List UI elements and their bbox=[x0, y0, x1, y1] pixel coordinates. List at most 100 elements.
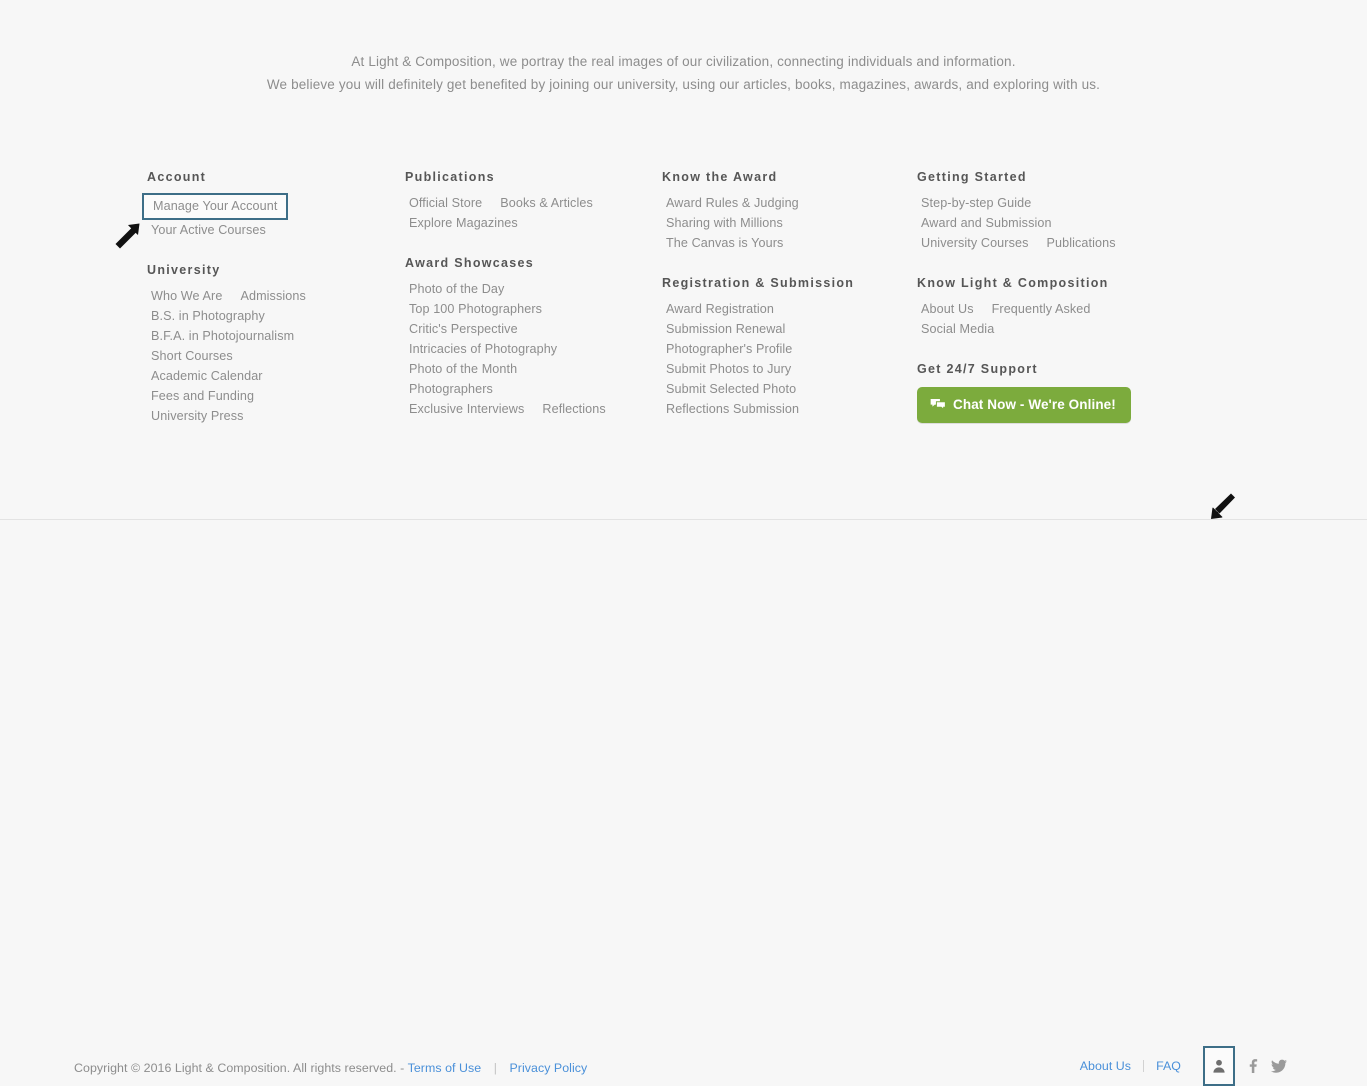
group-title-publications: Publications bbox=[405, 170, 495, 184]
footer-link-social-media[interactable]: Social Media bbox=[917, 319, 999, 339]
intro-line-2: We believe you will definitely get benef… bbox=[266, 77, 1101, 92]
footer-link-reflections-submission[interactable]: Reflections Submission bbox=[662, 399, 804, 419]
link-row: Photo of the Day bbox=[405, 279, 653, 299]
link-group-publications: Publications Official Store Books & Articl… bbox=[398, 170, 653, 233]
link-row: Who We Are Admissions bbox=[147, 286, 395, 306]
link-group-know-the-award: Know the Award Award Rules & Judging Shari… bbox=[655, 170, 905, 253]
link-row: Submit Photos to Jury bbox=[662, 359, 905, 379]
footer-link-photographer-s-profile[interactable]: Photographer's Profile bbox=[662, 339, 797, 359]
footer-link-your-active-courses[interactable]: Your Active Courses bbox=[147, 220, 271, 240]
footer-link-submit-selected-photo[interactable]: Submit Selected Photo bbox=[662, 379, 801, 399]
link-row: Your Active Courses bbox=[147, 220, 395, 240]
link-row: Top 100 Photographers bbox=[405, 299, 653, 319]
footer-link-short-courses[interactable]: Short Courses bbox=[147, 346, 238, 366]
intro-line-1: At Light & Composition, we portray the r… bbox=[351, 54, 1016, 69]
about-us-link[interactable]: About Us bbox=[1080, 1059, 1131, 1073]
support-group: Get 24/7 Support Chat Now - We're Online! bbox=[910, 362, 1170, 423]
footer-link-academic-calendar[interactable]: Academic Calendar bbox=[147, 366, 268, 386]
link-group-know-light-composition: Know Light & Composition About Us Frequent… bbox=[910, 276, 1170, 339]
footer-link-frequently-asked[interactable]: Frequently Asked bbox=[988, 299, 1096, 319]
footer-link-b-s-in-photography[interactable]: B.S. in Photography bbox=[147, 306, 270, 326]
link-list: Award Rules & Judging Sharing with Millio… bbox=[655, 193, 905, 253]
link-list: Step-by-step Guide Award and Submission Un… bbox=[910, 193, 1170, 253]
link-row: Photographer's Profile bbox=[662, 339, 905, 359]
link-group-university: University Who We Are Admissions B.S. in Ph… bbox=[140, 263, 395, 426]
footer-link-exclusive-interviews[interactable]: Exclusive Interviews bbox=[405, 399, 529, 419]
link-row: Award Rules & Judging bbox=[662, 193, 905, 213]
footer-link-photo-of-the-month[interactable]: Photo of the Month bbox=[405, 359, 522, 379]
footer-column-4: Getting Started Step-by-step Guide Award a… bbox=[910, 170, 1170, 446]
privacy-policy-link[interactable]: Privacy Policy bbox=[509, 1061, 587, 1075]
link-row: Step-by-step Guide bbox=[917, 193, 1170, 213]
footer-bottom-bar: Copyright © 2016 Light & Composition. Al… bbox=[0, 520, 1367, 1086]
link-row: Official Store Books & Articles bbox=[405, 193, 653, 213]
link-list: Who We Are Admissions B.S. in Photography B… bbox=[140, 286, 395, 426]
footer-link-explore-magazines[interactable]: Explore Magazines bbox=[405, 213, 523, 233]
link-row: Fees and Funding bbox=[147, 386, 395, 406]
footer-link-manage-your-account[interactable]: Manage Your Account bbox=[153, 198, 277, 214]
footer-link-admissions[interactable]: Admissions bbox=[236, 286, 310, 306]
footer-link-intricacies-of-photography[interactable]: Intricacies of Photography bbox=[405, 339, 562, 359]
footer-link-award-rules-judging[interactable]: Award Rules & Judging bbox=[662, 193, 804, 213]
link-group-award-showcases: Award Showcases Photo of the Day Top 100 P… bbox=[398, 256, 653, 419]
user-profile-icon[interactable] bbox=[1203, 1046, 1235, 1086]
footer-link-photographers[interactable]: Photographers bbox=[405, 379, 498, 399]
footer-link-reflections[interactable]: Reflections bbox=[538, 399, 610, 419]
footer-link-top-100-photographers[interactable]: Top 100 Photographers bbox=[405, 299, 547, 319]
footer-link-books-articles[interactable]: Books & Articles bbox=[496, 193, 598, 213]
link-row: Social Media bbox=[917, 319, 1170, 339]
link-list: Manage Your Account Your Active Courses bbox=[140, 193, 395, 240]
footer-link-photo-of-the-day[interactable]: Photo of the Day bbox=[405, 279, 509, 299]
footer-link-the-canvas-is-yours[interactable]: The Canvas is Yours bbox=[662, 233, 788, 253]
link-row: B.F.A. in Photojournalism bbox=[147, 326, 395, 346]
footer-link-university-press[interactable]: University Press bbox=[147, 406, 249, 426]
footer-link-submit-photos-to-jury[interactable]: Submit Photos to Jury bbox=[662, 359, 796, 379]
link-group-account: Account Manage Your Account Your Active Co… bbox=[140, 170, 395, 240]
facebook-icon[interactable] bbox=[1241, 1054, 1266, 1079]
footer-link-who-we-are[interactable]: Who We Are bbox=[147, 286, 227, 306]
link-row: Intricacies of Photography bbox=[405, 339, 653, 359]
link-row: Manage Your Account bbox=[142, 193, 395, 220]
faq-link[interactable]: FAQ bbox=[1156, 1059, 1181, 1073]
footer-link-official-store[interactable]: Official Store bbox=[405, 193, 487, 213]
support-title: Get 24/7 Support bbox=[917, 362, 1038, 376]
highlighted-link-box[interactable]: Manage Your Account bbox=[142, 193, 289, 220]
group-title-account: Account bbox=[147, 170, 207, 184]
footer-link-fees-and-funding[interactable]: Fees and Funding bbox=[147, 386, 259, 406]
footer-link-critic-s-perspective[interactable]: Critic's Perspective bbox=[405, 319, 523, 339]
link-row: Reflections Submission bbox=[662, 399, 905, 419]
footer-link-step-by-step-guide[interactable]: Step-by-step Guide bbox=[917, 193, 1036, 213]
terms-of-use-link[interactable]: Terms of Use bbox=[408, 1061, 482, 1075]
chat-now-button[interactable]: Chat Now - We're Online! bbox=[917, 387, 1131, 423]
footer-right-separator bbox=[1143, 1060, 1145, 1072]
footer-link-publications[interactable]: Publications bbox=[1042, 233, 1120, 253]
link-row: Photographers bbox=[405, 379, 653, 399]
link-row: Academic Calendar bbox=[147, 366, 395, 386]
footer-link-award-registration[interactable]: Award Registration bbox=[662, 299, 779, 319]
footer-link-submission-renewal[interactable]: Submission Renewal bbox=[662, 319, 790, 339]
twitter-icon[interactable] bbox=[1266, 1054, 1291, 1079]
chat-bubbles-icon bbox=[930, 398, 946, 412]
link-row: Award and Submission bbox=[917, 213, 1170, 233]
link-row: Submission Renewal bbox=[662, 319, 905, 339]
link-row: Sharing with Millions bbox=[662, 213, 905, 233]
group-title-know-light-composition: Know Light & Composition bbox=[917, 276, 1109, 290]
footer-link-award-and-submission[interactable]: Award and Submission bbox=[917, 213, 1057, 233]
link-group-getting-started: Getting Started Step-by-step Guide Award a… bbox=[910, 170, 1170, 253]
footer-page: At Light & Composition, we portray the r… bbox=[0, 0, 1367, 1086]
intro-paragraph: At Light & Composition, we portray the r… bbox=[0, 50, 1367, 96]
footer-link-b-f-a-in-photojournalism[interactable]: B.F.A. in Photojournalism bbox=[147, 326, 299, 346]
link-row: Exclusive Interviews Reflections bbox=[405, 399, 653, 419]
group-title-award-showcases: Award Showcases bbox=[405, 256, 535, 270]
copyright-text: Copyright © 2016 Light & Composition. Al… bbox=[74, 1061, 405, 1075]
copyright: Copyright © 2016 Light & Composition. Al… bbox=[74, 1061, 587, 1075]
link-row: Critic's Perspective bbox=[405, 319, 653, 339]
group-title-registration-submission: Registration & Submission bbox=[662, 276, 855, 290]
link-list: About Us Frequently Asked Social Media bbox=[910, 299, 1170, 339]
link-row: Short Courses bbox=[147, 346, 395, 366]
footer-link-sharing-with-millions[interactable]: Sharing with Millions bbox=[662, 213, 788, 233]
link-row: Award Registration bbox=[662, 299, 905, 319]
footer-link-university-courses[interactable]: University Courses bbox=[917, 233, 1033, 253]
footer-column-1: Account Manage Your Account Your Active Co… bbox=[140, 170, 395, 449]
footer-link-about-us[interactable]: About Us bbox=[917, 299, 979, 319]
